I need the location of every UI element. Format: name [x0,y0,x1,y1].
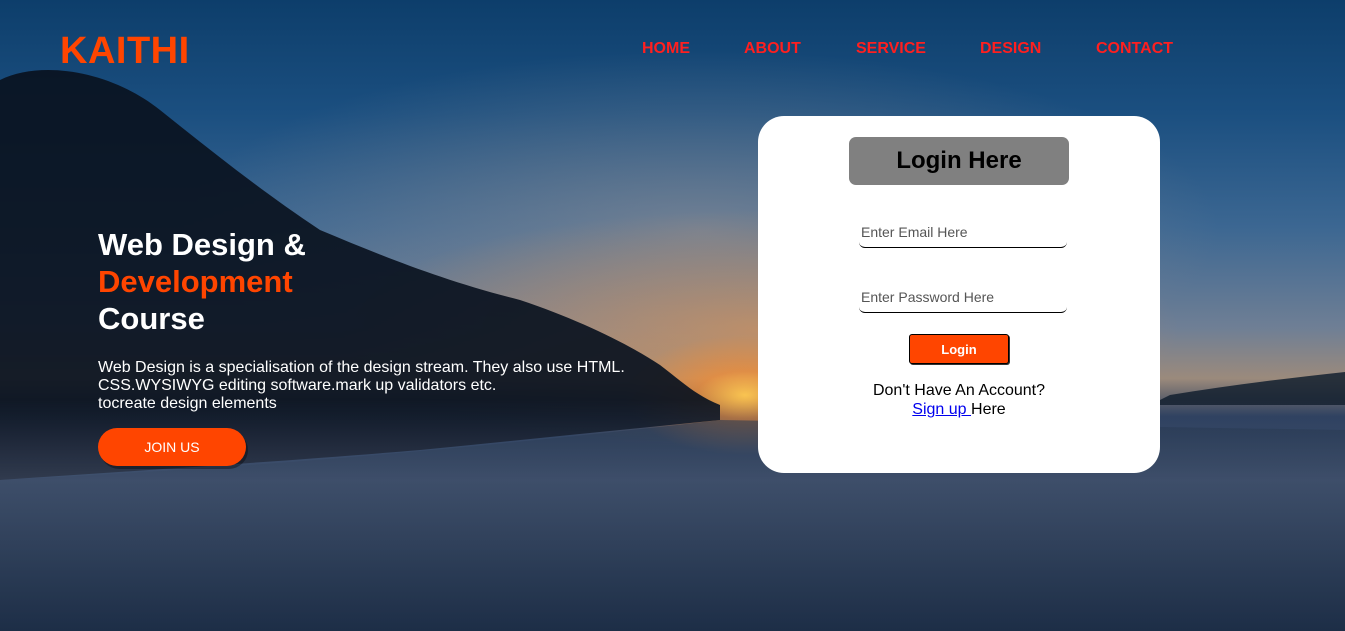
login-button[interactable]: Login [909,334,1009,364]
nav-about-link[interactable]: ABOUT [744,40,801,58]
hero-title: Web Design & Development Course [98,226,658,337]
nav-design-link[interactable]: DESIGN [980,40,1041,58]
hero-title-line1: Web Design & [98,227,306,262]
password-input[interactable] [859,282,1067,313]
hero-title-line3: Course [98,301,205,336]
email-input[interactable] [859,217,1067,248]
nav-service-link[interactable]: SERVICE [856,40,926,58]
hero-desc-line3: tocreate design elements [98,395,277,412]
login-card: Login Here Login Don't Have An Account? … [758,116,1160,473]
signup-suffix: Here [971,401,1006,418]
nav-contact-link[interactable]: CONTACT [1096,40,1173,58]
hero-description: Web Design is a specialisation of the de… [98,359,658,413]
site-logo[interactable]: KAITHI [60,30,190,73]
nav-home-link[interactable]: HOME [642,40,690,58]
hero-title-highlight: Development [98,264,293,299]
signup-link[interactable]: Sign up [912,401,971,418]
hero-section: Web Design & Development Course Web Desi… [98,226,658,413]
hero-desc-line2: CSS.WYSIWYG editing software.mark up val… [98,377,497,394]
hero-desc-line1: Web Design is a specialisation of the de… [98,359,625,376]
join-us-button[interactable]: JOIN US [98,428,246,466]
no-account-text: Don't Have An Account? [872,382,1046,399]
signup-prompt: Don't Have An Account? Sign up Here [758,381,1160,419]
login-title: Login Here [849,137,1069,185]
